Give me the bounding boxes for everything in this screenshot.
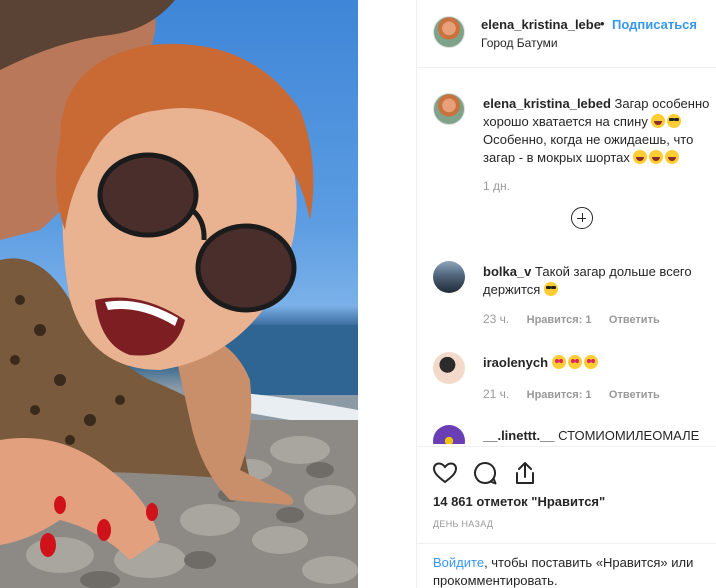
comment-icon[interactable] [471, 459, 499, 487]
comment-username[interactable]: elena_kristina_lebed [483, 96, 611, 111]
selfie-image [0, 0, 358, 588]
login-link[interactable]: Войдите [433, 555, 484, 570]
post-side-panel: elena_kristina_lebe • Подписаться Город … [416, 0, 716, 588]
comment-likes[interactable]: Нравится: 1 [527, 314, 592, 326]
avatar[interactable] [433, 93, 465, 125]
photo-gap [358, 0, 416, 588]
heart-eyes-emoji-icon [583, 355, 598, 369]
separator-dot: • [600, 16, 605, 31]
comment-text: bolka_v Такой загар дольше всего держитс… [483, 263, 716, 299]
comment-meta: 23 ч. Нравится: 1 Ответить [483, 312, 674, 326]
likes-count[interactable]: 14 861 отметок "Нравится" [433, 494, 605, 509]
author-avatar[interactable] [433, 16, 465, 48]
follow-button[interactable]: Подписаться [612, 17, 697, 32]
laughing-emoji-icon [649, 150, 664, 164]
login-text: Войдите, чтобы поставить «Нравится» или … [433, 554, 716, 588]
comments-list[interactable]: elena_kristina_lebed Загар особенно хоро… [417, 69, 716, 444]
comment-username[interactable]: iraolenych [483, 355, 548, 370]
comment-time[interactable]: 23 ч. [483, 312, 509, 326]
heart-icon[interactable] [431, 459, 459, 487]
location-link[interactable]: Город Батуми [481, 36, 558, 50]
reply-button[interactable]: Ответить [609, 389, 660, 401]
comment-body: СТОМИОМИЛЕОМАЛЕ [554, 428, 700, 443]
comment-meta: 21 ч. Нравится: 1 Ответить [483, 387, 674, 401]
comment-text: elena_kristina_lebed Загар особенно хоро… [483, 95, 716, 167]
post-actions: 14 861 отметок "Нравится" ДЕНЬ НАЗАД Вой… [417, 446, 716, 588]
comment-meta: 1 дн. [483, 179, 524, 193]
comment-username[interactable]: bolka_v [483, 264, 531, 279]
post-photo[interactable] [0, 0, 358, 588]
heart-eyes-emoji-icon [551, 355, 566, 369]
avatar[interactable] [433, 425, 465, 444]
comment-time[interactable]: 21 ч. [483, 387, 509, 401]
comment-likes[interactable]: Нравится: 1 [527, 389, 592, 401]
login-prompt: Войдите, чтобы поставить «Нравится» или … [417, 543, 716, 588]
laughing-emoji-icon [633, 150, 648, 164]
comment-text: __.linettt.__ СТОМИОМИЛЕОМАЛЕ [483, 427, 716, 444]
monkey-emoji-icon [651, 114, 666, 128]
comment-username[interactable]: __.linettt.__ [483, 428, 555, 443]
reply-button[interactable]: Ответить [609, 314, 660, 326]
avatar[interactable] [433, 261, 465, 293]
sunglasses-emoji-icon [543, 282, 558, 296]
laughing-emoji-icon [665, 150, 680, 164]
post-header: elena_kristina_lebe • Подписаться Город … [417, 0, 716, 68]
avatar[interactable] [433, 352, 465, 384]
post-date[interactable]: ДЕНЬ НАЗАД [433, 519, 493, 529]
comment-text: iraolenych [483, 354, 716, 372]
grimace-emoji-icon [667, 114, 682, 128]
load-more-comments-icon[interactable] [571, 207, 593, 229]
share-icon[interactable] [511, 459, 539, 487]
comment-time[interactable]: 1 дн. [483, 179, 510, 193]
author-username[interactable]: elena_kristina_lebe [481, 17, 601, 32]
heart-eyes-emoji-icon [567, 355, 582, 369]
